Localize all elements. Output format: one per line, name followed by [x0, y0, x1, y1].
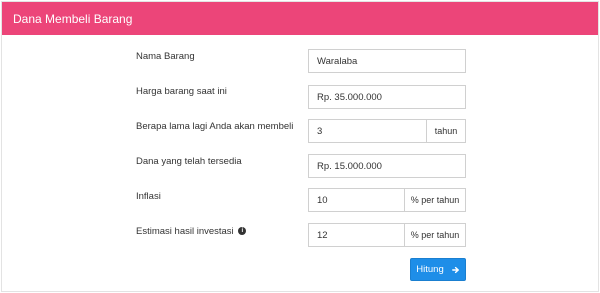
- lama-field[interactable]: tahun: [308, 119, 466, 143]
- nama-barang-input[interactable]: [309, 50, 465, 72]
- nama-barang-label: Nama Barang: [136, 51, 195, 62]
- harga-field[interactable]: [308, 85, 466, 109]
- estimasi-suffix: % per tahun: [404, 224, 465, 246]
- lama-suffix: tahun: [426, 120, 465, 142]
- inflasi-input[interactable]: [309, 189, 404, 211]
- inflasi-suffix: % per tahun: [404, 189, 465, 211]
- estimasi-label: Estimasi hasil investasi i: [136, 226, 247, 238]
- panel-title: Dana Membeli Barang: [13, 11, 133, 26]
- estimasi-field[interactable]: % per tahun: [308, 223, 466, 247]
- hitung-button[interactable]: Hitung: [410, 258, 466, 281]
- lama-label: Berapa lama lagi Anda akan membeli: [136, 121, 294, 132]
- arrow-right-icon: [451, 266, 459, 273]
- lama-input[interactable]: [309, 120, 426, 142]
- panel-header: Dana Membeli Barang: [2, 2, 598, 35]
- info-circle-icon[interactable]: i: [238, 227, 247, 236]
- harga-input[interactable]: [309, 86, 465, 108]
- dana-field[interactable]: [308, 154, 466, 178]
- inflasi-label: Inflasi: [136, 191, 161, 202]
- hitung-button-label: Hitung: [416, 264, 444, 275]
- estimasi-label-text: Estimasi hasil investasi: [136, 226, 234, 237]
- dana-label: Dana yang telah tersedia: [136, 156, 242, 167]
- inflasi-field[interactable]: % per tahun: [308, 188, 466, 212]
- calculator-panel: Dana Membeli Barang: [1, 1, 599, 292]
- nama-barang-field[interactable]: [308, 49, 466, 73]
- harga-label: Harga barang saat ini: [136, 86, 227, 97]
- estimasi-input[interactable]: [309, 224, 404, 246]
- dana-input[interactable]: [309, 155, 465, 177]
